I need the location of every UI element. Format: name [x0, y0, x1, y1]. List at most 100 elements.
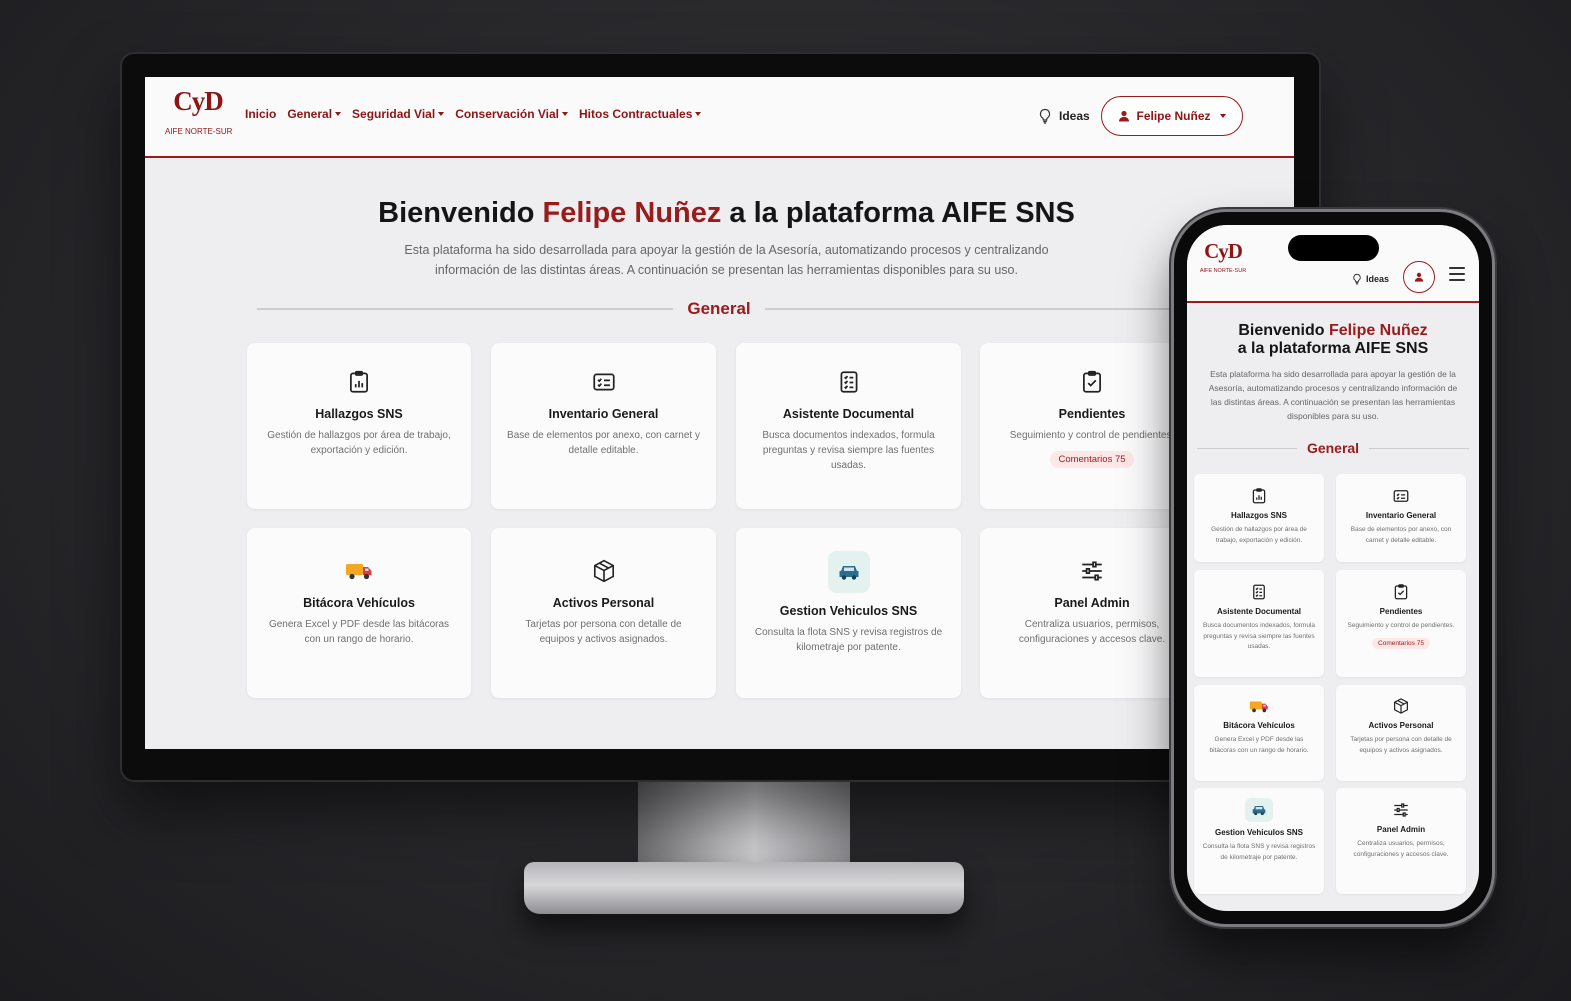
chevron-down-icon [335, 112, 342, 116]
card-description: Tarjetas por persona con detalle de equi… [1350, 736, 1452, 754]
card-asistente-documental[interactable]: Asistente Documental Busca documentos in… [736, 343, 961, 509]
ideas-link[interactable]: Ideas [1352, 273, 1389, 285]
card-title: Bitácora Vehículos [1223, 721, 1295, 730]
page-title: Bienvenido Felipe Nuñez a la plataforma … [378, 197, 1075, 229]
car-icon [1252, 806, 1266, 816]
nav-item-general[interactable]: General [287, 107, 342, 121]
divider [1197, 447, 1297, 449]
desktop-screen: CyD AIFE NORTE-SUR Inicio General Seguri… [145, 77, 1294, 749]
ideas-label: Ideas [1366, 274, 1390, 284]
card-asistente-documental[interactable]: Asistente Documental Busca documentos in… [1194, 570, 1324, 677]
card-title: Inventario General [548, 407, 659, 421]
clipboard-chart-icon [1252, 488, 1266, 504]
card-title: Inventario General [1365, 511, 1437, 520]
main-menu: Inicio General Seguridad Vial Conservaci… [245, 107, 702, 121]
logo-tagline: AIFE NORTE-SUR [1199, 268, 1247, 274]
card-title: Activos Personal [1368, 721, 1434, 730]
card-description: Centraliza usuarios, permisos, configura… [1353, 840, 1449, 858]
car-icon-background [1245, 798, 1273, 822]
chevron-down-icon [1219, 114, 1226, 118]
id-card-icon [592, 373, 615, 391]
nav-item-conservacion-vial[interactable]: Conservación Vial [455, 107, 569, 121]
sliders-icon [1082, 561, 1102, 581]
user-menu-button[interactable] [1403, 261, 1435, 293]
card-title: Pendientes [1379, 607, 1423, 616]
card-title: Gestion Vehiculos SNS [779, 604, 918, 618]
lightbulb-icon [1353, 273, 1361, 285]
logo-subtitle [165, 116, 231, 122]
divider [257, 308, 674, 310]
truck-icon [1249, 701, 1268, 712]
brand-logo[interactable]: CyD AIFE NORTE-SUR [1197, 240, 1249, 274]
card-description: Base de elementos por anexo, con carnet … [1350, 526, 1452, 544]
card-panel-admin[interactable]: Panel Admin Centraliza usuarios, permiso… [980, 528, 1204, 698]
card-title: Gestion Vehiculos SNS [1214, 828, 1304, 837]
card-pendientes[interactable]: Pendientes Seguimiento y control de pend… [980, 343, 1204, 509]
card-title: Asistente Documental [782, 407, 915, 421]
chevron-down-icon [438, 112, 445, 116]
card-description: Consulta la flota SNS y revisa registros… [754, 627, 943, 653]
monitor-stand-base [524, 862, 964, 914]
comments-badge: Comentarios 75 [1050, 451, 1134, 468]
card-title: Panel Admin [1376, 825, 1426, 834]
monitor-stand-neck [638, 778, 850, 874]
box-icon [1394, 698, 1408, 714]
user-name-highlight: Felipe Nuñez [1329, 322, 1428, 339]
hamburger-menu-icon[interactable] [1449, 267, 1465, 281]
card-bitacora-vehiculos[interactable]: Bitácora Vehículos Genera Excel y PDF de… [247, 528, 471, 698]
card-title: Asistente Documental [1216, 607, 1302, 616]
card-gestion-vehiculos-sns[interactable]: Gestion Vehiculos SNS Consulta la flota … [1194, 788, 1324, 894]
nav-item-hitos-contractuales[interactable]: Hitos Contractuales [579, 107, 702, 121]
document-list-icon [1253, 584, 1265, 600]
card-pendientes[interactable]: Pendientes Seguimiento y control de pend… [1336, 570, 1466, 677]
lightbulb-icon [1039, 108, 1051, 124]
mobile-phone: CyD AIFE NORTE-SUR Ideas Bienvenido Feli… [1174, 212, 1492, 924]
mobile-screen: CyD AIFE NORTE-SUR Ideas Bienvenido Feli… [1187, 225, 1479, 911]
section-header: General [257, 299, 1181, 319]
user-menu-button[interactable]: Felipe Nuñez [1101, 96, 1243, 136]
card-activos-personal[interactable]: Activos Personal Tarjetas por persona co… [1336, 685, 1466, 781]
box-icon [593, 559, 614, 583]
card-bitacora-vehiculos[interactable]: Bitácora Vehículos Genera Excel y PDF de… [1194, 685, 1324, 781]
chevron-down-icon [562, 112, 569, 116]
card-description: Seguimiento y control de pendientes. [1009, 430, 1175, 441]
user-name: Felipe Nuñez [1136, 109, 1211, 123]
card-inventario-general[interactable]: Inventario General Base de elementos por… [1336, 474, 1466, 562]
card-description: Centraliza usuarios, permisos, configura… [1018, 619, 1166, 645]
card-description: Gestión de hallazgos por área de trabajo… [267, 430, 451, 456]
card-panel-admin[interactable]: Panel Admin Centraliza usuarios, permiso… [1336, 788, 1466, 894]
top-navbar: CyD AIFE NORTE-SUR Inicio General Seguri… [145, 77, 1294, 158]
brand-logo[interactable]: CyD AIFE NORTE-SUR [165, 86, 232, 136]
card-hallazgos-sns[interactable]: Hallazgos SNS Gestión de hallazgos por á… [1194, 474, 1324, 562]
nav-item-inicio[interactable]: Inicio [245, 107, 276, 121]
card-description: Genera Excel y PDF desde las bitácoras c… [268, 619, 450, 645]
ideas-label: Ideas [1059, 109, 1090, 123]
ideas-link[interactable]: Ideas [1038, 108, 1090, 124]
clipboard-chart-icon [350, 370, 368, 393]
desktop-monitor: CyD AIFE NORTE-SUR Inicio General Seguri… [122, 54, 1319, 780]
card-title: Activos Personal [552, 596, 655, 610]
card-hallazgos-sns[interactable]: Hallazgos SNS Gestión de hallazgos por á… [247, 343, 471, 509]
section-title: General [1306, 440, 1360, 456]
card-description: Busca documentos indexados, formula preg… [1202, 622, 1315, 650]
card-title: Hallazgos SNS [1230, 511, 1287, 520]
car-icon-background [827, 551, 870, 593]
clipboard-check-icon [1394, 584, 1408, 600]
divider [1369, 447, 1470, 449]
user-icon [1414, 272, 1424, 282]
card-gestion-vehiculos-sns[interactable]: Gestion Vehiculos SNS Consulta la flota … [736, 528, 961, 698]
page-description: Esta plataforma ha sido desarrollada par… [1208, 369, 1458, 421]
user-icon [1119, 110, 1130, 122]
card-description: Seguimiento y control de pendientes. [1347, 622, 1455, 629]
nav-item-seguridad-vial[interactable]: Seguridad Vial [352, 107, 445, 121]
card-description: Consulta la flota SNS y revisa registros… [1202, 843, 1316, 861]
document-list-icon [840, 371, 857, 393]
truck-icon [346, 564, 372, 580]
card-inventario-general[interactable]: Inventario General Base de elementos por… [491, 343, 716, 509]
card-title: Bitácora Vehículos [303, 596, 415, 610]
card-activos-personal[interactable]: Activos Personal Tarjetas por persona co… [491, 528, 716, 698]
card-description: Gestión de hallazgos por área de trabajo… [1211, 526, 1307, 544]
card-title: Pendientes [1058, 407, 1126, 421]
logo-mark: CyD [173, 86, 224, 116]
dynamic-island [1288, 235, 1379, 261]
